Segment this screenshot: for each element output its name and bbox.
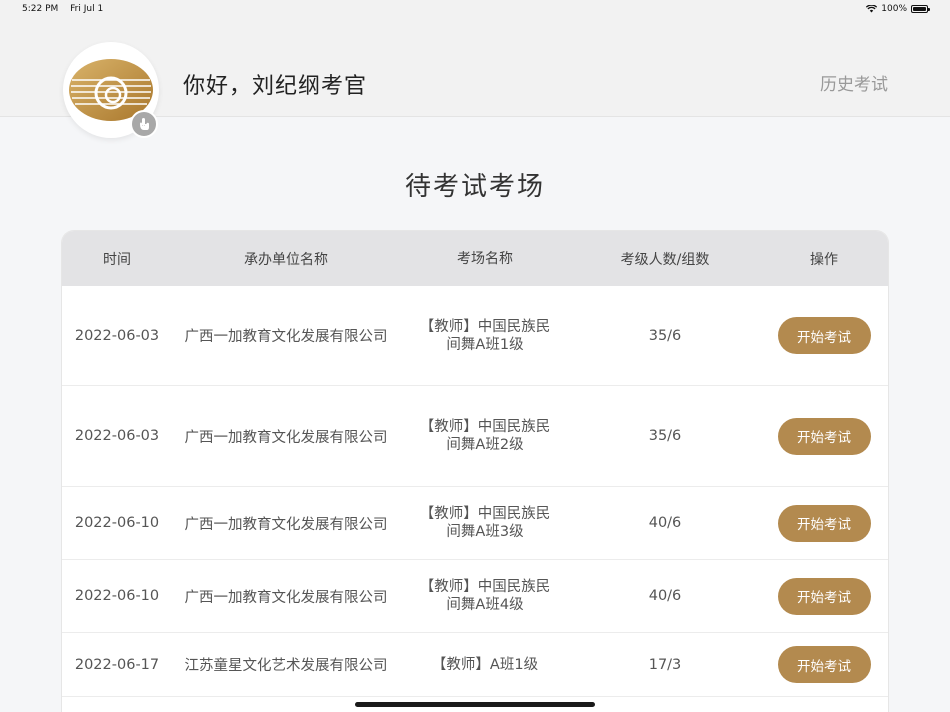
- row-date: 2022-06-10: [74, 588, 160, 604]
- column-header-org: 承办单位名称: [244, 251, 328, 268]
- status-bar: 5:22 PM Fri Jul 1 100%: [0, 0, 950, 18]
- row-org: 广西一加教育文化发展有限公司: [184, 589, 388, 606]
- row-org: 广西一加教育文化发展有限公司: [184, 429, 388, 446]
- row-date: 2022-06-17: [74, 656, 160, 673]
- row-org: 广西一加教育文化发展有限公司: [184, 329, 388, 345]
- row-venue: 【教师】中国民族民间舞A班2级: [419, 419, 551, 453]
- touch-badge[interactable]: [130, 110, 158, 138]
- row-count: 35/6: [648, 327, 682, 344]
- row-date: 2022-06-10: [74, 515, 160, 531]
- column-header-venue: 考场名称: [457, 250, 513, 267]
- row-venue: 【教师】中国民族民间舞A班4级: [419, 579, 551, 613]
- status-time: 5:22 PM: [22, 4, 59, 14]
- start-exam-button[interactable]: 开始考试: [777, 646, 871, 683]
- row-count: 40/6: [648, 588, 682, 604]
- history-exams-link[interactable]: 历史考试: [820, 70, 888, 95]
- table-header: 时间 承办单位名称 考场名称 考级人数/组数 操作: [62, 231, 888, 286]
- battery-icon: [911, 5, 930, 13]
- table-row: 2022-06-10 广西一加教育文化发展有限公司 【教师】中国民族民间舞A班3…: [62, 487, 888, 560]
- row-org: 广西一加教育文化发展有限公司: [184, 516, 388, 533]
- table-row: 2022-06-03 广西一加教育文化发展有限公司 【教师】中国民族民间舞A班1…: [62, 286, 888, 386]
- row-venue: 【教师】中国民族民间舞A班1级: [419, 318, 551, 353]
- row-count: 35/6: [648, 428, 682, 444]
- table-row: 2022-06-10 广西一加教育文化发展有限公司 【教师】中国民族民间舞A班4…: [62, 560, 888, 633]
- status-date: Fri Jul 1: [70, 4, 104, 14]
- start-exam-button[interactable]: 开始考试: [777, 577, 871, 615]
- battery-percent: 100%: [881, 4, 907, 14]
- row-count: 40/6: [648, 515, 682, 531]
- table-row: 2022-06-17 江苏童星文化艺术发展有限公司 【教师】A班1级 17/3 …: [62, 633, 888, 697]
- column-header-count: 考级人数/组数: [620, 251, 710, 268]
- row-date: 2022-06-03: [74, 428, 160, 444]
- home-indicator[interactable]: [355, 702, 595, 707]
- column-header-action: 操作: [810, 251, 838, 268]
- wifi-icon: [866, 5, 878, 13]
- row-count: 17/3: [648, 656, 682, 673]
- table-row: 2022-06-03 广西一加教育文化发展有限公司 【教师】中国民族民间舞A班2…: [62, 386, 888, 487]
- row-date: 2022-06-03: [74, 327, 160, 344]
- row-venue: 【教师】A班1级: [431, 656, 539, 673]
- start-exam-button[interactable]: 开始考试: [777, 504, 871, 542]
- exam-table: 时间 承办单位名称 考场名称 考级人数/组数 操作 2022-06-03 广西一…: [62, 231, 888, 712]
- column-header-time: 时间: [103, 251, 131, 268]
- greeting-text: 你好，刘纪纲考官: [183, 74, 368, 99]
- touch-icon: [140, 118, 149, 130]
- page-title: 待考试考场: [404, 172, 545, 202]
- start-exam-button[interactable]: 开始考试: [777, 417, 871, 455]
- row-venue: 【教师】中国民族民间舞A班3级: [419, 506, 551, 540]
- row-org: 江苏童星文化艺术发展有限公司: [184, 658, 388, 674]
- start-exam-button[interactable]: 开始考试: [777, 317, 871, 354]
